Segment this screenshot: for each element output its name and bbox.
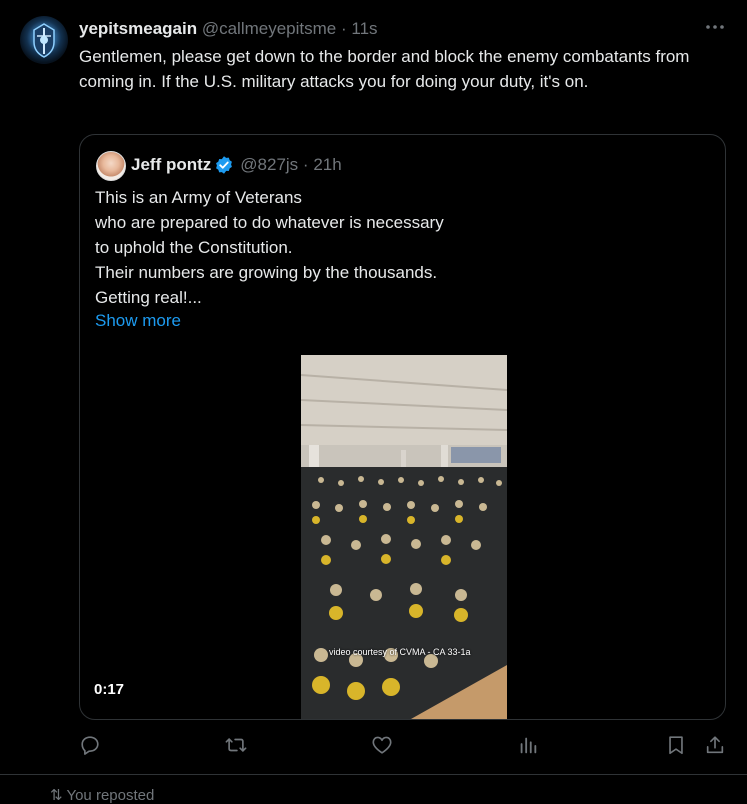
quoted-author-avatar[interactable] xyxy=(96,151,126,181)
video-frame-image xyxy=(301,355,507,719)
quoted-text-line: Their numbers are growing by the thousan… xyxy=(95,263,438,282)
share-icon[interactable] xyxy=(704,734,728,758)
video-duration: 0:17 xyxy=(94,681,125,698)
views-icon[interactable] xyxy=(517,734,541,758)
quoted-text-line: who are prepared to do whatever is neces… xyxy=(95,213,444,232)
show-more-link[interactable]: Show more xyxy=(95,311,181,331)
action-bar xyxy=(79,734,729,758)
tweet-header: yepitsmeagain @callmeyepitsme · 11s xyxy=(79,18,378,40)
author-name[interactable]: yepitsmeagain xyxy=(79,19,197,38)
tweet-divider xyxy=(0,774,747,775)
separator-dot: · xyxy=(340,19,347,38)
quoted-author-handle[interactable]: @827js xyxy=(240,154,298,176)
author-handle[interactable]: @callmeyepitsme xyxy=(202,19,336,38)
next-tweet-social-context: ⇅ You reposted xyxy=(50,787,155,804)
quoted-text-line: Getting real!... xyxy=(95,288,202,307)
quoted-tweet-text: This is an Army of Veterans who are prep… xyxy=(95,185,695,310)
quoted-text-line: to uphold the Constitution. xyxy=(95,238,293,257)
reply-icon[interactable] xyxy=(79,734,103,758)
quoted-tweet-timestamp[interactable]: 21h xyxy=(313,154,341,176)
avatar-emblem-icon xyxy=(33,23,55,58)
quoted-tweet[interactable]: Jeff pontz @827js · 21h This is an Army … xyxy=(79,134,726,720)
like-icon[interactable] xyxy=(371,734,395,758)
separator-dot: · xyxy=(302,155,309,174)
retweet-icon[interactable] xyxy=(225,734,249,758)
video-caption: video courtesy of CVMA - CA 33-1a xyxy=(329,647,471,657)
quoted-text-line: This is an Army of Veterans xyxy=(95,188,302,207)
bookmark-icon[interactable] xyxy=(665,734,689,758)
video-player[interactable]: video courtesy of CVMA - CA 33-1a xyxy=(301,355,507,719)
quoted-author-name[interactable]: Jeff pontz xyxy=(131,154,211,176)
author-avatar[interactable] xyxy=(20,16,68,64)
tweet[interactable]: yepitsmeagain @callmeyepitsme · 11s Gent… xyxy=(0,0,747,804)
tweet-text: Gentlemen, please get down to the border… xyxy=(79,47,690,91)
more-options-icon[interactable] xyxy=(703,15,727,39)
tweet-timestamp[interactable]: 11s xyxy=(351,19,377,38)
verified-badge-icon xyxy=(214,155,234,175)
quoted-tweet-header: Jeff pontz @827js · 21h xyxy=(131,154,342,176)
